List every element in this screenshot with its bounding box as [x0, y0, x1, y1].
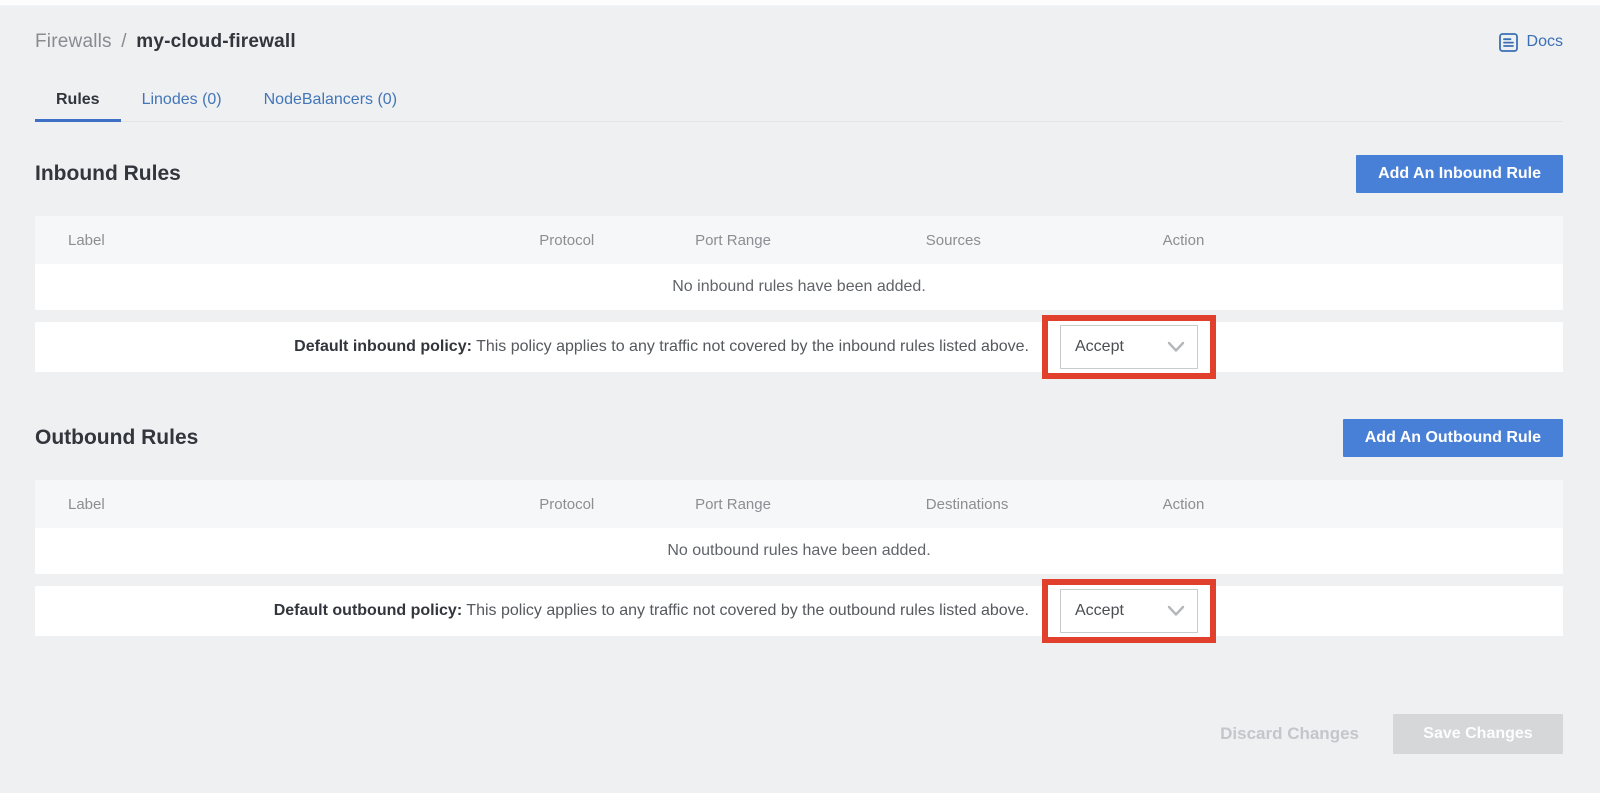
inbound-column-action: Action	[1163, 232, 1563, 249]
outbound-column-destinations: Destinations	[926, 496, 1163, 513]
outbound-policy-row: Default outbound policy: This policy app…	[35, 586, 1563, 636]
row-gap	[35, 574, 1563, 586]
chevron-down-icon	[1167, 341, 1185, 353]
outbound-rules-table: Label Protocol Port Range Destinations A…	[35, 480, 1563, 636]
inbound-rules-table: Label Protocol Port Range Sources Action…	[35, 216, 1563, 372]
outbound-empty-state: No outbound rules have been added.	[35, 528, 1563, 574]
row-gap	[35, 310, 1563, 322]
breadcrumb: Firewalls / my-cloud-firewall	[35, 31, 296, 53]
inbound-column-protocol: Protocol	[539, 232, 695, 249]
chevron-down-icon	[1167, 605, 1185, 617]
outbound-column-action: Action	[1163, 496, 1563, 513]
save-changes-button[interactable]: Save Changes	[1393, 714, 1563, 754]
discard-changes-button[interactable]: Discard Changes	[1220, 724, 1359, 744]
inbound-empty-state: No inbound rules have been added.	[35, 264, 1563, 310]
inbound-empty-text: No inbound rules have been added.	[672, 278, 926, 296]
inbound-policy-help-text: This policy applies to any traffic not c…	[476, 338, 1029, 355]
top-bar-edge	[0, 0, 1600, 6]
page-header: Firewalls / my-cloud-firewall Docs	[35, 28, 1563, 56]
outbound-rules-title: Outbound Rules	[35, 426, 198, 450]
outbound-section-header: Outbound Rules Add An Outbound Rule	[35, 419, 1563, 457]
breadcrumb-current-firewall: my-cloud-firewall	[136, 31, 296, 52]
outbound-column-port-range: Port Range	[695, 496, 926, 513]
default-inbound-policy-select[interactable]: Accept	[1060, 325, 1198, 369]
tab-linodes[interactable]: Linodes (0)	[121, 82, 243, 121]
outbound-policy-highlight-box: Accept	[1042, 579, 1216, 643]
tab-bar: Rules Linodes (0) NodeBalancers (0)	[35, 82, 1563, 122]
outbound-column-protocol: Protocol	[539, 496, 695, 513]
outbound-policy-help-text: This policy applies to any traffic not c…	[466, 602, 1029, 619]
default-outbound-policy-select[interactable]: Accept	[1060, 589, 1198, 633]
inbound-policy-row: Default inbound policy: This policy appl…	[35, 322, 1563, 372]
inbound-policy-selected-value: Accept	[1075, 338, 1124, 356]
inbound-column-label: Label	[35, 232, 539, 249]
outbound-table-header: Label Protocol Port Range Destinations A…	[35, 480, 1563, 528]
outbound-column-label: Label	[35, 496, 539, 513]
firewall-detail-page: Firewalls / my-cloud-firewall Docs Rules…	[0, 28, 1600, 754]
tab-rules[interactable]: Rules	[35, 82, 121, 121]
outbound-policy-selected-value: Accept	[1075, 602, 1124, 620]
inbound-column-port-range: Port Range	[695, 232, 926, 249]
breadcrumb-firewalls-link[interactable]: Firewalls	[35, 31, 112, 52]
outbound-empty-text: No outbound rules have been added.	[667, 542, 930, 560]
docs-link[interactable]: Docs	[1498, 32, 1563, 53]
document-icon	[1498, 32, 1519, 53]
tab-nodebalancers[interactable]: NodeBalancers (0)	[243, 82, 418, 121]
inbound-table-header: Label Protocol Port Range Sources Action	[35, 216, 1563, 264]
inbound-policy-highlight-box: Accept	[1042, 315, 1216, 379]
add-inbound-rule-button[interactable]: Add An Inbound Rule	[1356, 155, 1563, 193]
inbound-rules-title: Inbound Rules	[35, 162, 181, 186]
breadcrumb-separator: /	[121, 31, 126, 52]
inbound-section-header: Inbound Rules Add An Inbound Rule	[35, 155, 1563, 193]
outbound-policy-label: Default outbound policy:	[274, 602, 462, 619]
docs-link-label: Docs	[1527, 33, 1563, 51]
inbound-policy-description: Default inbound policy: This policy appl…	[294, 338, 1029, 356]
add-outbound-rule-button[interactable]: Add An Outbound Rule	[1343, 419, 1563, 457]
outbound-policy-description: Default outbound policy: This policy app…	[274, 602, 1029, 620]
inbound-policy-label: Default inbound policy:	[294, 338, 472, 355]
inbound-column-sources: Sources	[926, 232, 1163, 249]
form-actions: Discard Changes Save Changes	[35, 714, 1563, 754]
